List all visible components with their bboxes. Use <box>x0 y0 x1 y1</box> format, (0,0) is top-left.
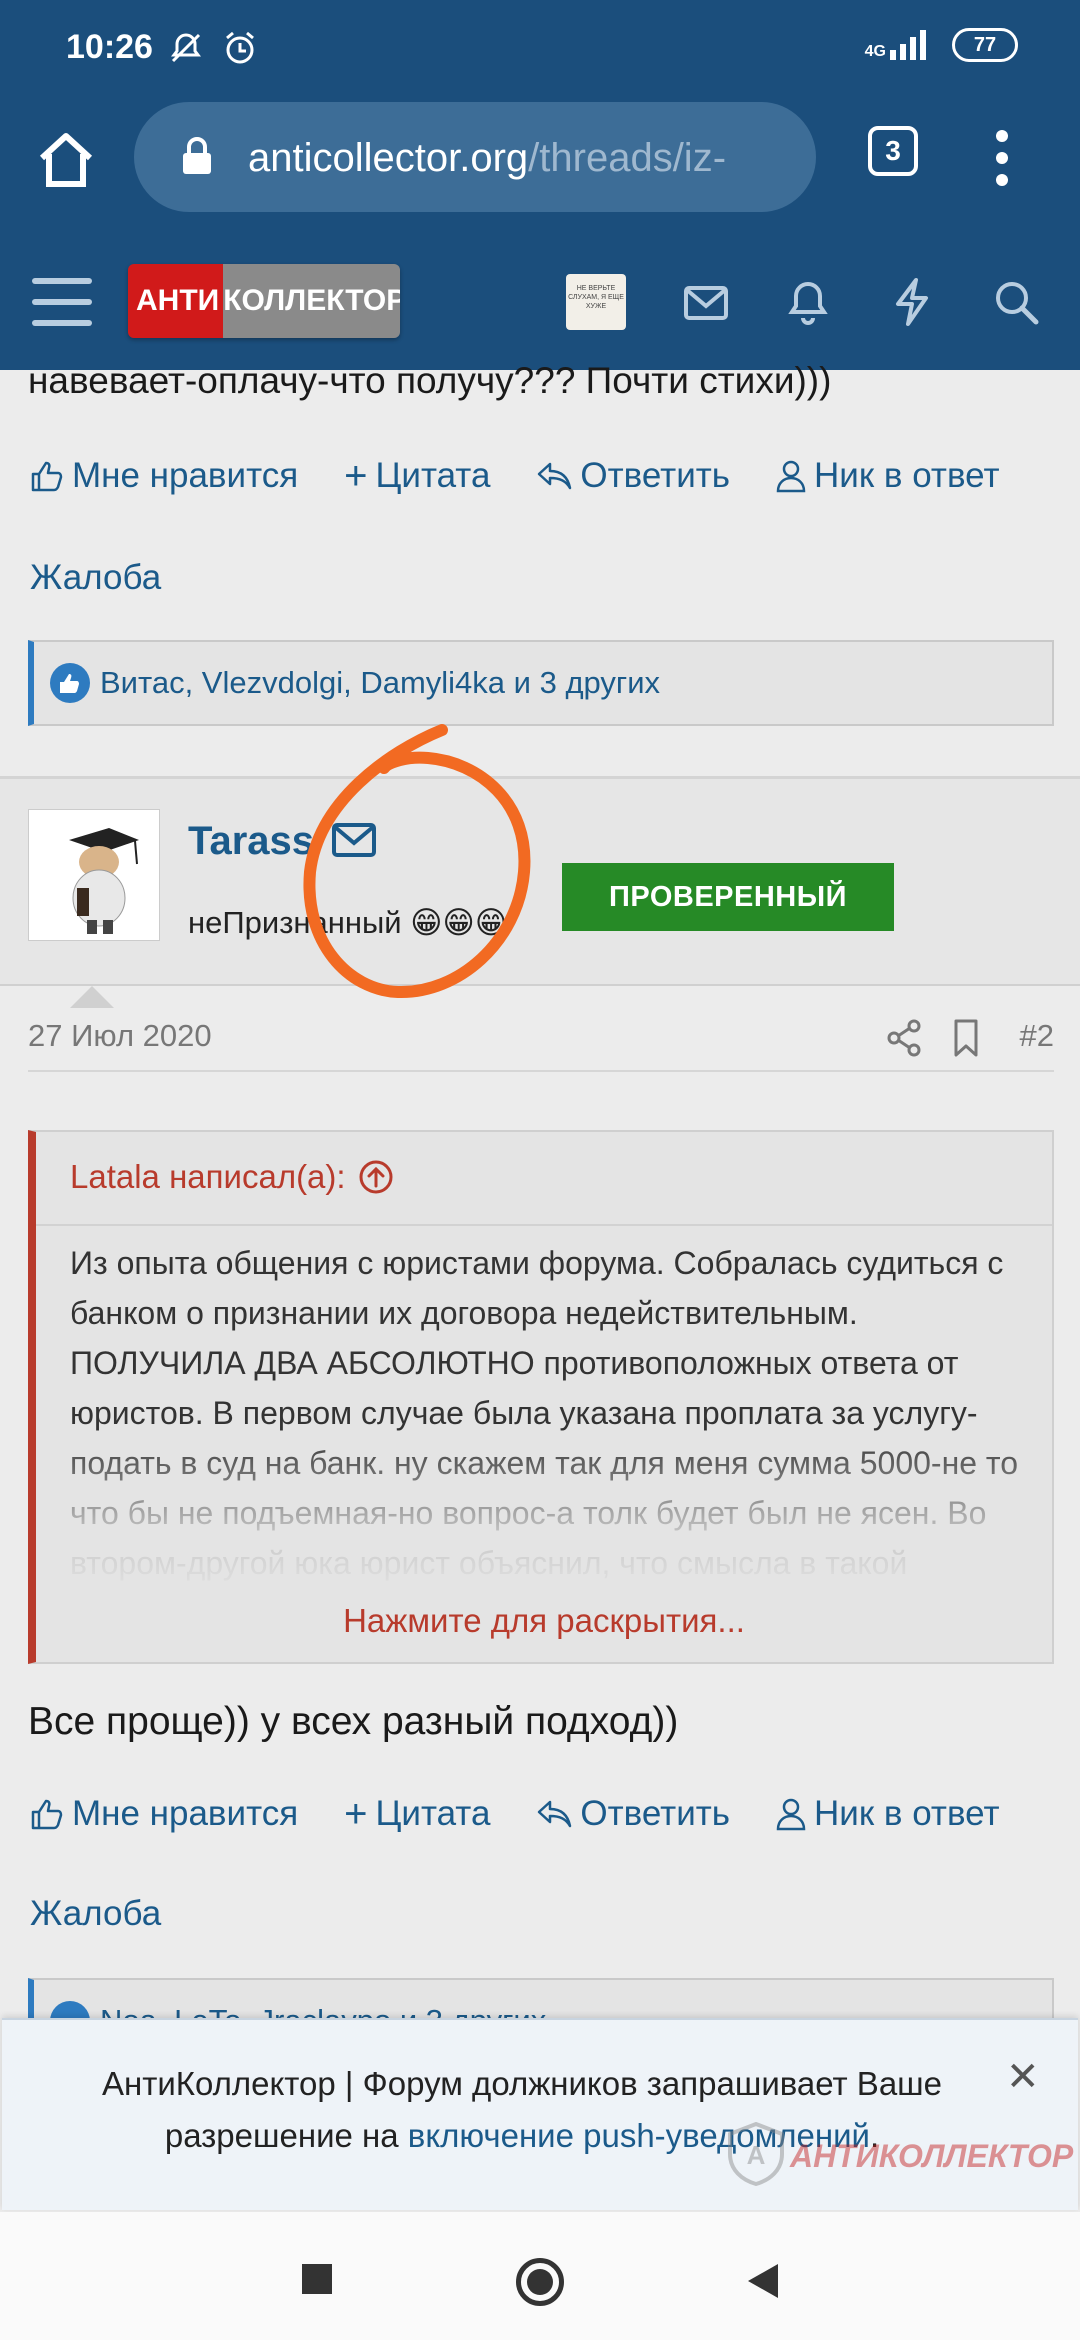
report-link[interactable]: Жалоба <box>30 558 161 598</box>
reply-arrow-icon <box>538 1800 572 1828</box>
post-body: Все проще)) у всех разный подход)) <box>28 1700 679 1743</box>
arrow-up-circle-icon[interactable] <box>358 1159 394 1195</box>
quote-button[interactable]: + Цитата <box>344 456 490 496</box>
like-button[interactable]: Мне нравится <box>30 456 298 496</box>
hamburger-menu-icon[interactable] <box>30 274 94 330</box>
reply-arrow-icon <box>538 462 572 490</box>
like-button[interactable]: Мне нравится <box>30 1794 298 1834</box>
post-number[interactable]: #2 <box>1020 1018 1054 1054</box>
report-link[interactable]: Жалоба <box>30 1894 161 1934</box>
system-navigation-bar <box>0 2212 1080 2340</box>
url-path: /threads/iz- <box>528 136 727 180</box>
plus-icon: + <box>344 1792 368 1836</box>
nick-reply-button[interactable]: Ник в ответ <box>776 456 999 496</box>
post-actions: Мне нравится + Цитата Ответить Ник в отв… <box>30 1794 999 1834</box>
nick-reply-button[interactable]: Ник в ответ <box>776 1794 999 1834</box>
thumbs-up-icon <box>31 461 63 492</box>
logo-part-red: АНТИ <box>128 264 224 338</box>
message-pointer <box>70 986 114 1008</box>
alarm-icon <box>226 31 254 64</box>
post-author-name[interactable]: Tarass <box>188 819 314 864</box>
signal-icon <box>890 30 926 60</box>
reply-button[interactable]: Ответить <box>536 1794 730 1834</box>
url-text: anticollector.org/threads/iz- <box>248 136 804 181</box>
address-bar[interactable]: anticollector.org/threads/iz- <box>134 102 816 212</box>
push-permission-banner: АнтиКоллектор | Форум должников запрашив… <box>2 2018 1078 2210</box>
quote-button[interactable]: + Цитата <box>344 1794 490 1834</box>
quote-divider <box>36 1224 1052 1226</box>
avatar-image <box>29 810 159 940</box>
reply-label: Ответить <box>580 456 731 495</box>
user-avatar[interactable] <box>28 809 160 941</box>
reply-button[interactable]: Ответить <box>536 456 730 496</box>
notifications-bell-icon[interactable] <box>782 276 834 328</box>
battery-indicator: 77 <box>952 28 1018 62</box>
network-indicator: 4G <box>865 30 928 60</box>
enable-push-link[interactable]: включение push-уведомлений <box>408 2117 870 2154</box>
share-icon[interactable] <box>884 1018 924 1058</box>
quote-author: Latala написал(а): <box>70 1158 346 1195</box>
quote-expand-link[interactable]: Нажмите для раскрытия... <box>36 1602 1052 1640</box>
nick-reply-label: Ник в ответ <box>814 456 1000 495</box>
reply-label: Ответить <box>580 1794 731 1833</box>
like-label: Мне нравится <box>72 456 299 495</box>
push-text-after: . <box>869 2117 880 2154</box>
logo-part-gray: КОЛЛЕКТОР <box>223 264 400 338</box>
bookmark-icon[interactable] <box>948 1018 984 1058</box>
close-banner-button[interactable]: ✕ <box>1006 2054 1040 2100</box>
home-button[interactable] <box>516 2258 564 2306</box>
recents-button[interactable] <box>302 2264 332 2294</box>
plus-icon: + <box>344 454 368 498</box>
quote-label: Цитата <box>375 1794 491 1833</box>
post-meta-divider <box>28 1070 1054 1072</box>
post-meta: 27 Июл 2020 #2 <box>28 1018 1054 1074</box>
lock-icon <box>183 137 211 174</box>
user-icon <box>776 1798 806 1831</box>
user-badge-image[interactable]: НЕ ВЕРЬТЕ СЛУХАМ, Я ЕЩЕ ХУЖЕ <box>566 274 626 330</box>
likes-names: Витас, Vlezvdolgi, Damyli4ka и 3 других <box>100 665 661 700</box>
user-icon <box>776 460 806 493</box>
more-menu-icon[interactable] <box>990 128 1014 188</box>
user-title: неПризнанный 😁😁😁 <box>188 905 508 940</box>
search-icon[interactable] <box>990 276 1042 328</box>
post-date[interactable]: 27 Июл 2020 <box>28 1018 212 1054</box>
post-user-block: Tarass неПризнанный 😁😁😁 ПРОВЕРЕННЫЙ <box>0 776 1080 986</box>
envelope-icon[interactable] <box>330 821 378 861</box>
status-bar: 10:26 4G 77 <box>0 0 1080 100</box>
likes-summary[interactable]: Витас, Vlezvdolgi, Damyli4ka и 3 других <box>28 640 1054 726</box>
browser-toolbar: anticollector.org/threads/iz- 3 <box>0 100 1080 236</box>
mute-icon <box>171 33 201 63</box>
tab-switcher-button[interactable]: 3 <box>868 126 918 176</box>
verified-badge: ПРОВЕРЕННЫЙ <box>562 863 894 931</box>
messages-icon[interactable] <box>680 276 732 328</box>
thumbs-up-icon <box>31 1799 63 1830</box>
back-button[interactable] <box>748 2264 778 2298</box>
like-label: Мне нравится <box>72 1794 299 1833</box>
push-permission-text: АнтиКоллектор | Форум должников запрашив… <box>42 2058 1002 2162</box>
previous-post-text: навевает-оплачу-что получу??? Почти стих… <box>28 360 832 401</box>
quote-block[interactable]: Latala написал(а): Из опыта общения с юр… <box>28 1130 1054 1664</box>
status-time: 10:26 <box>66 28 153 66</box>
url-domain: anticollector.org <box>248 136 529 180</box>
home-icon[interactable] <box>34 128 98 192</box>
site-logo[interactable]: АНТИ КОЛЛЕКТОР <box>128 264 400 338</box>
quote-header[interactable]: Latala написал(а): <box>70 1158 394 1196</box>
whats-new-lightning-icon[interactable] <box>886 276 938 328</box>
nick-reply-label: Ник в ответ <box>814 1794 1000 1833</box>
quote-label: Цитата <box>375 456 491 495</box>
status-icons <box>168 30 258 66</box>
network-type: 4G <box>864 43 886 60</box>
previous-post-actions: Мне нравится + Цитата Ответить Ник в отв… <box>30 456 999 496</box>
site-header: АНТИ КОЛЛЕКТОР НЕ ВЕРЬТЕ СЛУХАМ, Я ЕЩЕ Х… <box>0 236 1080 370</box>
like-badge-icon <box>50 663 90 703</box>
